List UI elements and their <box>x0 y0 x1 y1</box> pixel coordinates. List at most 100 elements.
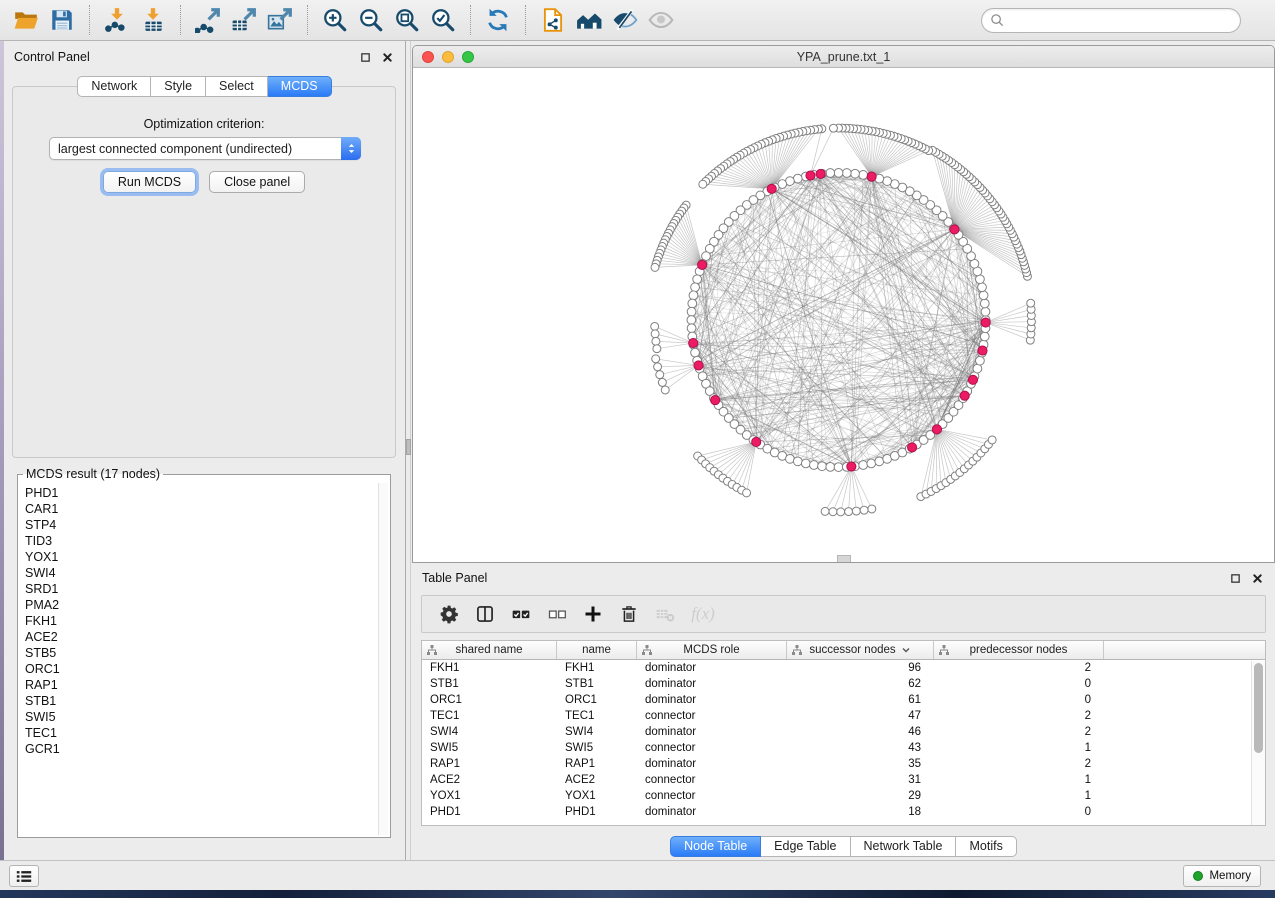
mcds-result-item[interactable]: RAP1 <box>25 677 376 693</box>
network-leaf-node[interactable] <box>868 505 876 513</box>
network-leaf-node[interactable] <box>852 507 860 515</box>
network-hub-node[interactable] <box>767 184 776 193</box>
toggle-columns-button[interactable] <box>470 599 500 629</box>
network-hub-node[interactable] <box>968 375 977 384</box>
table-row[interactable]: SWI5SWI5connector431 <box>422 740 1265 756</box>
network-canvas[interactable] <box>413 68 1274 562</box>
table-row[interactable]: TEC1TEC1connector472 <box>422 708 1265 724</box>
export-network-button[interactable] <box>190 3 226 37</box>
network-leaf-node[interactable] <box>829 508 837 516</box>
table-row[interactable]: ORC1ORC1dominator610 <box>422 692 1265 708</box>
network-hub-node[interactable] <box>867 172 876 181</box>
column-header-successor-nodes[interactable]: successor nodes <box>787 641 934 659</box>
network-hub-node[interactable] <box>932 425 941 434</box>
network-node[interactable] <box>859 171 868 180</box>
mcds-result-item[interactable]: FKH1 <box>25 613 376 629</box>
export-image-button[interactable] <box>262 3 298 37</box>
tab-motifs[interactable]: Motifs <box>956 836 1016 857</box>
mcds-result-item[interactable]: SRD1 <box>25 581 376 597</box>
mcds-result-item[interactable]: GCR1 <box>25 741 376 757</box>
mcds-result-item[interactable]: STB5 <box>25 645 376 661</box>
float-panel-icon[interactable] <box>357 49 373 65</box>
network-leaf-node[interactable] <box>988 436 996 444</box>
mcds-result-item[interactable]: PHD1 <box>25 485 376 501</box>
add-column-button[interactable] <box>578 599 608 629</box>
network-node[interactable] <box>687 324 696 333</box>
network-leaf-node[interactable] <box>651 330 659 338</box>
delete-column-button[interactable] <box>614 599 644 629</box>
network-leaf-node[interactable] <box>654 363 662 371</box>
network-node[interactable] <box>687 316 696 325</box>
tab-style[interactable]: Style <box>151 76 206 97</box>
network-leaf-node[interactable] <box>653 345 661 353</box>
hide-selected-button[interactable] <box>607 3 643 37</box>
tab-node-table[interactable]: Node Table <box>670 836 761 857</box>
close-table-panel-icon[interactable] <box>1249 570 1265 586</box>
import-table-button[interactable] <box>135 3 171 37</box>
network-leaf-node[interactable] <box>743 489 751 497</box>
network-node[interactable] <box>688 299 697 308</box>
network-node[interactable] <box>793 457 802 466</box>
table-row[interactable]: RAP1RAP1dominator352 <box>422 756 1265 772</box>
network-leaf-node[interactable] <box>845 508 853 516</box>
tab-network-table[interactable]: Network Table <box>851 836 957 857</box>
mcds-result-item[interactable]: TID3 <box>25 533 376 549</box>
network-node[interactable] <box>867 459 876 468</box>
optimization-criterion-select[interactable]: largest connected component (undirected) <box>49 137 361 160</box>
table-settings-button[interactable] <box>434 599 464 629</box>
network-node[interactable] <box>834 168 843 177</box>
table-row[interactable]: YOX1YOX1connector291 <box>422 788 1265 804</box>
table-scrollbar[interactable] <box>1251 661 1265 825</box>
apply-layout-button[interactable] <box>480 3 516 37</box>
network-leaf-node[interactable] <box>829 124 837 132</box>
network-node[interactable] <box>691 283 700 292</box>
network-node[interactable] <box>691 348 700 357</box>
table-scrollbar-thumb[interactable] <box>1254 663 1263 753</box>
tab-select[interactable]: Select <box>206 76 268 97</box>
network-hub-node[interactable] <box>847 462 856 471</box>
network-node[interactable] <box>687 307 696 316</box>
task-history-button[interactable] <box>9 865 39 887</box>
tab-edge-table[interactable]: Edge Table <box>761 836 850 857</box>
network-hub-node[interactable] <box>908 443 917 452</box>
mcds-result-item[interactable]: SWI5 <box>25 709 376 725</box>
tab-mcds[interactable]: MCDS <box>268 76 332 97</box>
network-leaf-node[interactable] <box>658 378 666 386</box>
network-leaf-node[interactable] <box>1027 299 1035 307</box>
zoom-fit-button[interactable] <box>389 3 425 37</box>
network-node[interactable] <box>801 459 810 468</box>
export-table-button[interactable] <box>226 3 262 37</box>
network-hub-node[interactable] <box>698 260 707 269</box>
mcds-result-item[interactable]: STB1 <box>25 693 376 709</box>
result-scrollbar[interactable] <box>378 483 388 835</box>
network-node[interactable] <box>842 169 851 178</box>
network-node[interactable] <box>834 463 843 472</box>
network-node[interactable] <box>818 462 827 471</box>
network-leaf-node[interactable] <box>699 180 707 188</box>
search-input[interactable] <box>1010 10 1232 30</box>
mcds-result-item[interactable]: ACE2 <box>25 629 376 645</box>
mcds-result-item[interactable]: ORC1 <box>25 661 376 677</box>
network-node[interactable] <box>689 291 698 300</box>
network-node[interactable] <box>851 169 860 178</box>
network-hub-node[interactable] <box>689 338 698 347</box>
network-node[interactable] <box>826 169 835 178</box>
table-row[interactable]: FKH1FKH1dominator962 <box>422 660 1265 676</box>
network-hub-node[interactable] <box>816 169 825 178</box>
tab-network[interactable]: Network <box>77 76 151 97</box>
network-hub-node[interactable] <box>978 346 987 355</box>
zoom-selected-button[interactable] <box>425 3 461 37</box>
column-header-predecessor-nodes[interactable]: predecessor nodes <box>934 641 1104 659</box>
network-leaf-node[interactable] <box>652 337 660 345</box>
select-all-rows-button[interactable] <box>506 599 536 629</box>
new-network-from-selection-button[interactable] <box>535 3 571 37</box>
close-panel-icon[interactable] <box>379 49 395 65</box>
network-leaf-node[interactable] <box>821 507 829 515</box>
network-hub-node[interactable] <box>960 391 969 400</box>
run-mcds-button[interactable]: Run MCDS <box>103 171 196 193</box>
network-hub-node[interactable] <box>752 437 761 446</box>
network-node[interactable] <box>976 356 985 365</box>
mcds-result-item[interactable]: STP4 <box>25 517 376 533</box>
mcds-result-item[interactable]: PMA2 <box>25 597 376 613</box>
network-node[interactable] <box>693 275 702 284</box>
